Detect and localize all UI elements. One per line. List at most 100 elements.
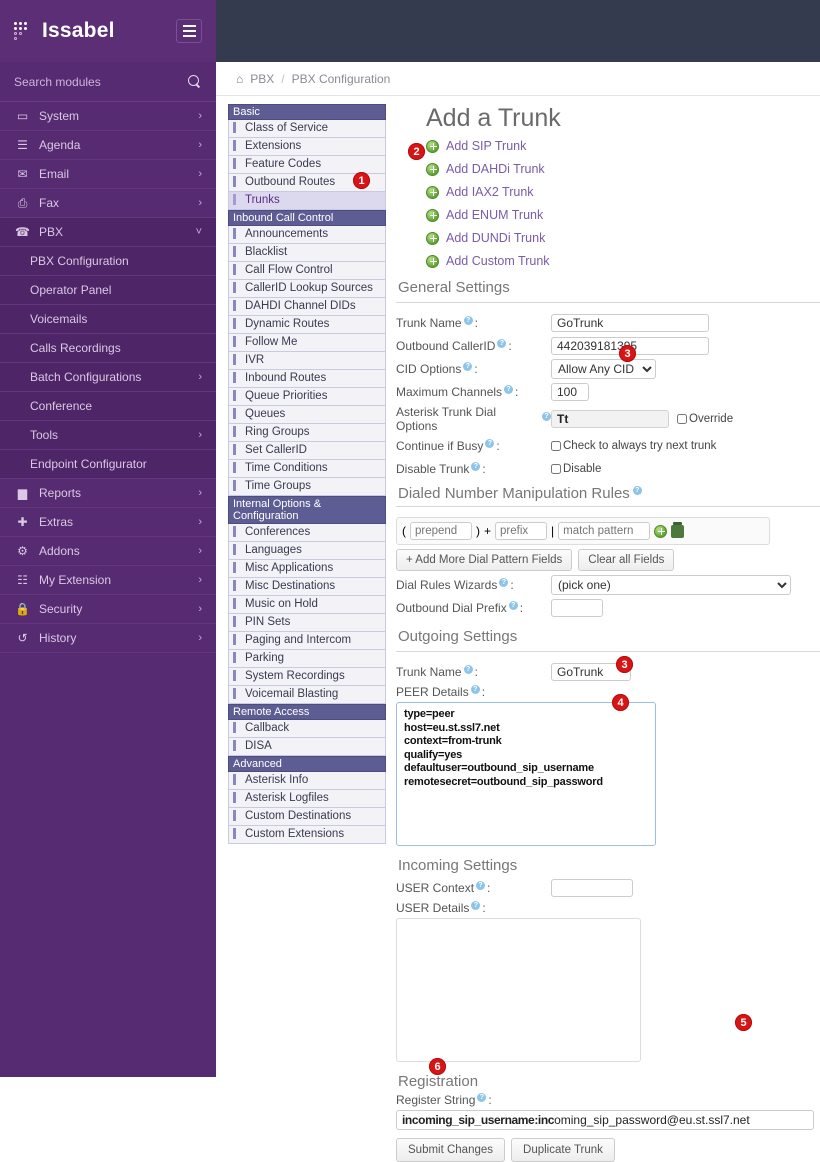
help-icon[interactable]: ? <box>497 338 507 348</box>
sidebar-item-system[interactable]: ▭ System › <box>0 102 216 131</box>
module-item-queues[interactable]: Queues <box>228 406 386 424</box>
help-icon[interactable]: ? <box>499 577 509 587</box>
dial-rules-wizards-select[interactable]: (pick one) <box>551 575 791 595</box>
module-item-callerid-lookup-sources[interactable]: CallerID Lookup Sources <box>228 280 386 298</box>
help-icon[interactable]: ? <box>542 411 551 421</box>
trunk-name-input[interactable] <box>551 314 709 332</box>
module-item-follow-me[interactable]: Follow Me <box>228 334 386 352</box>
prefix-input[interactable] <box>495 522 548 540</box>
module-item-queue-priorities[interactable]: Queue Priorities <box>228 388 386 406</box>
search-input[interactable]: Search modules <box>14 75 188 89</box>
help-icon[interactable]: ? <box>470 684 480 694</box>
cid-options-select[interactable]: Allow Any CID <box>551 359 656 379</box>
help-icon[interactable]: ? <box>508 600 518 610</box>
module-item-extensions[interactable]: Extensions <box>228 138 386 156</box>
module-item-parking[interactable]: Parking <box>228 650 386 668</box>
sidebar-subitem-tools[interactable]: Tools › <box>0 421 216 450</box>
sidebar-item-security[interactable]: 🔒 Security › <box>0 595 216 624</box>
sidebar-item-extras[interactable]: ✚ Extras › <box>0 508 216 537</box>
module-item-class-of-service[interactable]: Class of Service <box>228 120 386 138</box>
duplicate-trunk-button[interactable]: Duplicate Trunk <box>511 1138 615 1162</box>
link-add-dundi-trunk[interactable]: Add DUNDi Trunk <box>426 231 820 245</box>
link-add-custom-trunk[interactable]: Add Custom Trunk <box>426 254 820 268</box>
link-add-enum-trunk[interactable]: Add ENUM Trunk <box>426 208 820 222</box>
link-add-iax2-trunk[interactable]: Add IAX2 Trunk <box>426 185 820 199</box>
module-item-languages[interactable]: Languages <box>228 542 386 560</box>
sidebar-item-agenda[interactable]: ☰ Agenda › <box>0 131 216 160</box>
help-icon[interactable]: ? <box>463 664 473 674</box>
breadcrumb-item-pbx[interactable]: PBX <box>250 72 274 86</box>
module-item-dahdi-channel-dids[interactable]: DAHDI Channel DIDs <box>228 298 386 316</box>
trash-icon[interactable] <box>671 521 685 538</box>
module-item-ivr[interactable]: IVR <box>228 352 386 370</box>
module-item-dynamic-routes[interactable]: Dynamic Routes <box>228 316 386 334</box>
sidebar-subitem-conference[interactable]: Conference <box>0 392 216 421</box>
sidebar-subitem-calls-recordings[interactable]: Calls Recordings <box>0 334 216 363</box>
module-item-misc-applications[interactable]: Misc Applications <box>228 560 386 578</box>
override-checkbox[interactable] <box>677 414 687 424</box>
module-item-conferences[interactable]: Conferences <box>228 524 386 542</box>
help-icon[interactable]: ? <box>463 361 473 371</box>
help-icon[interactable]: ? <box>632 486 642 495</box>
help-icon[interactable]: ? <box>485 438 495 448</box>
prepend-input[interactable] <box>410 522 472 540</box>
search-modules-row[interactable]: Search modules <box>0 62 216 102</box>
module-item-blacklist[interactable]: Blacklist <box>228 244 386 262</box>
module-item-disa[interactable]: DISA <box>228 738 386 756</box>
link-add-sip-trunk[interactable]: Add SIP Trunk <box>426 139 820 153</box>
help-icon[interactable]: ? <box>471 461 481 471</box>
sidebar-item-fax[interactable]: ⎙ Fax › <box>0 189 216 218</box>
sidebar-item-my-extension[interactable]: ☷ My Extension › <box>0 566 216 595</box>
sidebar-item-addons[interactable]: ⚙ Addons › <box>0 537 216 566</box>
module-item-music-on-hold[interactable]: Music on Hold <box>228 596 386 614</box>
sidebar-subitem-operator-panel[interactable]: Operator Panel <box>0 276 216 305</box>
add-more-dial-pattern-fields-button[interactable]: + Add More Dial Pattern Fields <box>396 549 573 571</box>
outbound-dial-prefix-input[interactable] <box>551 599 603 617</box>
module-item-inbound-routes[interactable]: Inbound Routes <box>228 370 386 388</box>
module-item-custom-destinations[interactable]: Custom Destinations <box>228 808 386 826</box>
home-icon[interactable]: ⌂ <box>236 72 243 86</box>
module-item-voicemail-blasting[interactable]: Voicemail Blasting <box>228 686 386 704</box>
module-item-trunks[interactable]: Trunks <box>228 192 386 210</box>
sidebar-item-history[interactable]: ↺ History › <box>0 624 216 653</box>
register-string-input[interactable]: incoming_sip_username:inc oming_sip_passw… <box>396 1110 814 1130</box>
module-item-callback[interactable]: Callback <box>228 720 386 738</box>
module-item-time-conditions[interactable]: Time Conditions <box>228 460 386 478</box>
help-icon[interactable]: ? <box>504 384 514 394</box>
peer-details-textarea[interactable] <box>396 702 656 846</box>
module-item-call-flow-control[interactable]: Call Flow Control <box>228 262 386 280</box>
help-icon[interactable]: ? <box>476 880 486 890</box>
link-add-dahdi-trunk[interactable]: Add DAHDi Trunk <box>426 162 820 176</box>
clear-all-fields-button[interactable]: Clear all Fields <box>578 549 675 571</box>
module-item-paging-and-intercom[interactable]: Paging and Intercom <box>228 632 386 650</box>
dial-options-input[interactable] <box>551 410 669 428</box>
user-context-input[interactable] <box>551 879 633 897</box>
module-item-custom-extensions[interactable]: Custom Extensions <box>228 826 386 844</box>
help-icon[interactable]: ? <box>463 315 473 325</box>
help-icon[interactable]: ? <box>477 1092 487 1102</box>
sidebar-subitem-pbx-configuration[interactable]: PBX Configuration <box>0 247 216 276</box>
green-plus-icon[interactable] <box>654 524 668 538</box>
user-details-textarea[interactable] <box>396 918 641 1062</box>
sidebar-item-pbx[interactable]: ☎ PBX ˅ <box>0 218 216 247</box>
sidebar-item-reports[interactable]: ▆ Reports › <box>0 479 216 508</box>
help-icon[interactable]: ? <box>471 900 481 910</box>
continue-if-busy-checkbox[interactable] <box>551 441 561 451</box>
sidebar-subitem-endpoint-configurator[interactable]: Endpoint Configurator <box>0 450 216 479</box>
module-item-time-groups[interactable]: Time Groups <box>228 478 386 496</box>
module-item-announcements[interactable]: Announcements <box>228 226 386 244</box>
match-pattern-input[interactable] <box>558 522 651 540</box>
sidebar-subitem-voicemails[interactable]: Voicemails <box>0 305 216 334</box>
submit-changes-button[interactable]: Submit Changes <box>396 1138 506 1162</box>
disable-trunk-checkbox[interactable] <box>551 464 561 474</box>
module-item-misc-destinations[interactable]: Misc Destinations <box>228 578 386 596</box>
sidebar-subitem-batch-configurations[interactable]: Batch Configurations › <box>0 363 216 392</box>
module-item-ring-groups[interactable]: Ring Groups <box>228 424 386 442</box>
module-item-asterisk-logfiles[interactable]: Asterisk Logfiles <box>228 790 386 808</box>
module-item-set-callerid[interactable]: Set CallerID <box>228 442 386 460</box>
module-item-system-recordings[interactable]: System Recordings <box>228 668 386 686</box>
hamburger-icon[interactable] <box>176 19 202 43</box>
sidebar-item-email[interactable]: ✉ Email › <box>0 160 216 189</box>
module-item-pin-sets[interactable]: PIN Sets <box>228 614 386 632</box>
breadcrumb-item-pbx-configuration[interactable]: PBX Configuration <box>292 72 391 86</box>
